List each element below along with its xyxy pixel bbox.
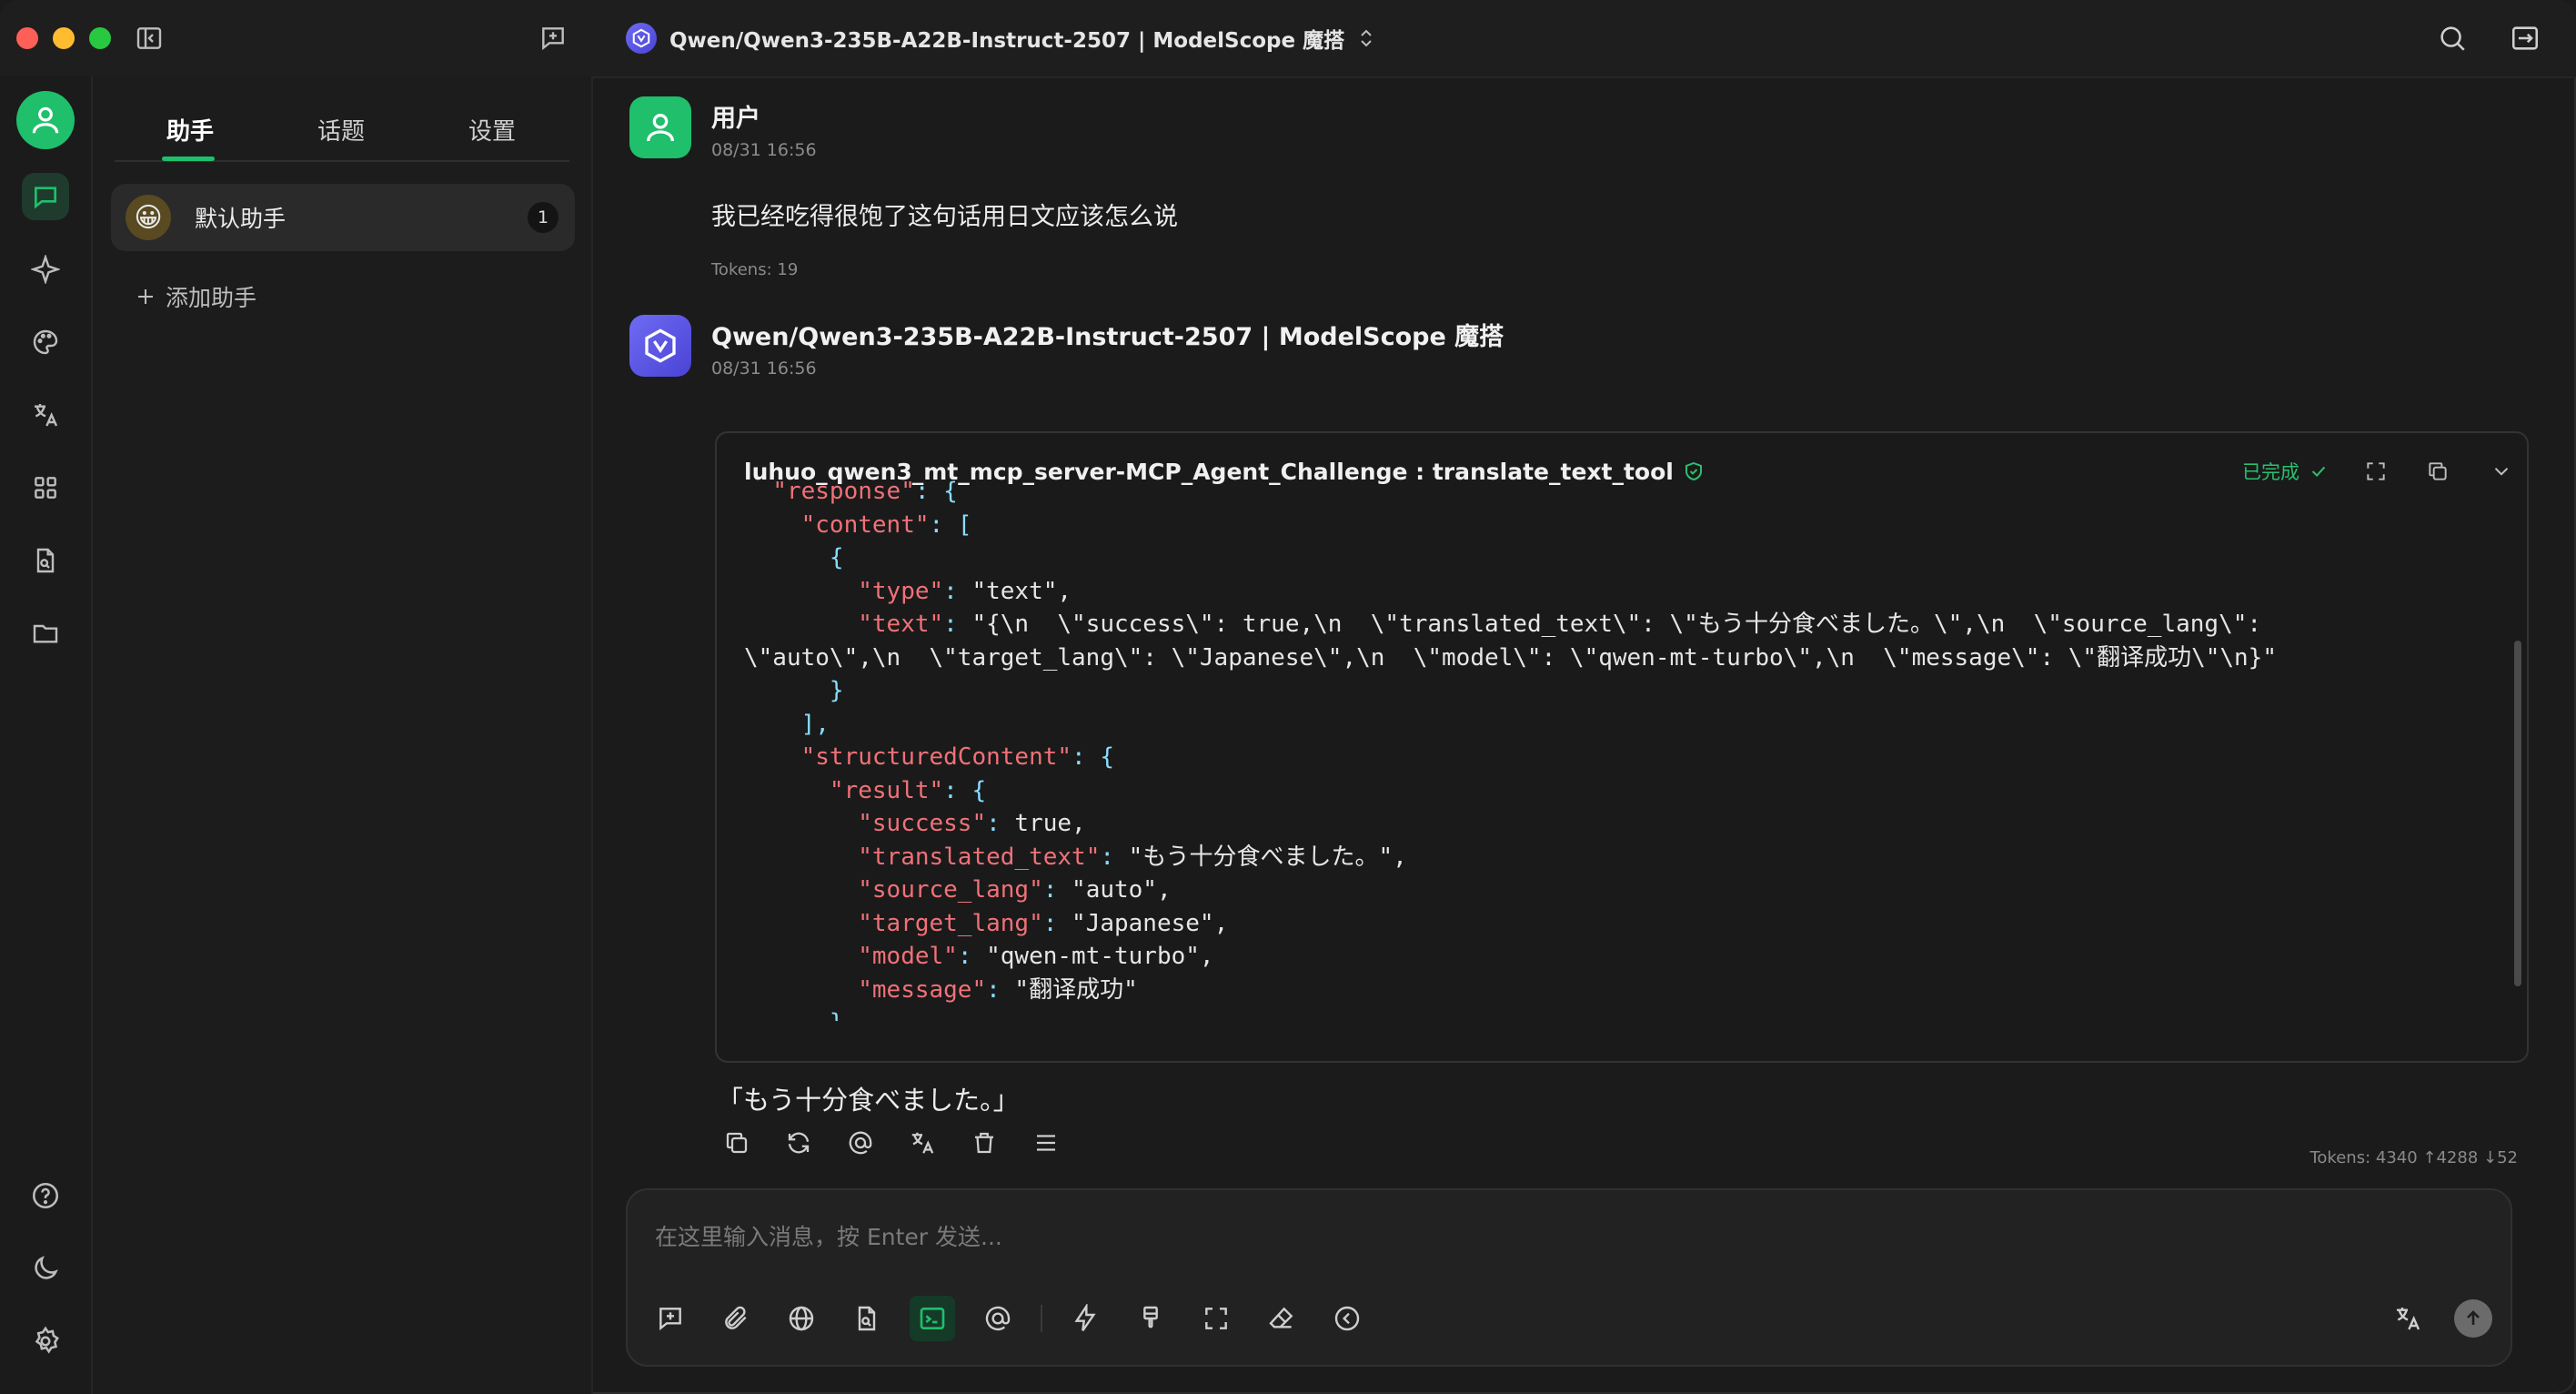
minimize-window-button[interactable] (53, 27, 75, 49)
code-line: "structuredContent": { (800, 743, 1115, 771)
send-button[interactable] (2454, 1299, 2492, 1338)
user-message-text: 我已经吃得很饱了这句话用日文应该怎么说 (711, 203, 1178, 231)
assistant-message-time: 08/31 16:56 (711, 359, 817, 379)
app-window: Qwen/Qwen3-235B-A22B-Instruct-2507 | Mod… (0, 0, 2576, 1394)
collapse-circle-icon[interactable] (1324, 1296, 1370, 1341)
assistant-message-avatar (629, 315, 691, 377)
chevron-up-down-icon (1357, 27, 1375, 49)
assistant-emoji-avatar: 😀 (126, 195, 171, 240)
copy-message-icon[interactable] (717, 1123, 757, 1163)
plus-icon (135, 286, 156, 308)
tool-response-code: "response": { "content": [ { "type": "te… (744, 475, 2472, 1021)
message-actions (717, 1123, 1066, 1163)
translate-icon[interactable] (22, 391, 69, 439)
tool-call-card: luhuo_qwen3_mt_mcp_server-MCP_Agent_Chal… (715, 431, 2529, 1063)
add-assistant-button[interactable]: 添加助手 (135, 278, 257, 315)
fullscreen-icon[interactable] (1193, 1296, 1239, 1341)
message-input[interactable]: 在这里输入消息，按 Enter 发送... (655, 1219, 1002, 1252)
web-search-globe-icon[interactable] (779, 1296, 824, 1341)
quick-phrase-lightning-icon[interactable] (1062, 1296, 1108, 1341)
settings-gear-icon[interactable] (22, 1318, 69, 1365)
tab-topics[interactable]: 话题 (266, 98, 417, 160)
assistant-item-default[interactable]: 😀 默认助手 1 (111, 184, 575, 251)
mention-model-icon[interactable] (975, 1296, 1021, 1341)
folder-icon[interactable] (22, 610, 69, 657)
input-toolbar (648, 1296, 1370, 1341)
user-message-name: 用户 (711, 105, 760, 133)
tab-settings[interactable]: 设置 (417, 98, 568, 160)
code-line: "success": true, (858, 810, 1086, 837)
message-input-box: 在这里输入消息，按 Enter 发送... (626, 1188, 2512, 1367)
zoom-window-button[interactable] (89, 27, 111, 49)
help-icon[interactable] (22, 1172, 69, 1219)
new-topic-icon[interactable] (533, 18, 573, 58)
regenerate-icon[interactable] (779, 1123, 819, 1163)
code-line: } (829, 677, 844, 704)
code-line: "message": "翻译成功" (858, 975, 1138, 1004)
dark-mode-icon[interactable] (22, 1245, 69, 1292)
code-line: \"auto\",\n \"target_lang\": \"Japanese\… (744, 643, 2277, 672)
assistant-message-name: Qwen/Qwen3-235B-A22B-Instruct-2507 | Mod… (711, 323, 1504, 351)
delete-icon[interactable] (964, 1123, 1004, 1163)
file-search-icon[interactable] (22, 537, 69, 584)
layout-toggle-icon[interactable] (2505, 18, 2545, 58)
code-scrollbar[interactable] (2514, 641, 2521, 986)
close-window-button[interactable] (16, 27, 38, 49)
active-tab-indicator (162, 157, 215, 161)
code-line: { (829, 544, 844, 571)
clear-context-brush-icon[interactable] (1128, 1296, 1173, 1341)
new-topic-input-icon[interactable] (648, 1296, 693, 1341)
attachment-icon[interactable] (713, 1296, 759, 1341)
mention-icon[interactable] (840, 1123, 880, 1163)
mcp-terminal-icon[interactable] (910, 1296, 955, 1341)
model-selector[interactable]: Qwen/Qwen3-235B-A22B-Instruct-2507 | Mod… (626, 18, 1375, 58)
palette-icon[interactable] (22, 318, 69, 366)
translate-input-icon[interactable] (2387, 1298, 2429, 1339)
code-line: "target_lang": "Japanese", (858, 909, 1229, 937)
knowledge-base-icon[interactable] (844, 1296, 890, 1341)
chat-icon[interactable] (22, 173, 69, 220)
sidebar-tabs: 助手 话题 设置 (115, 98, 569, 162)
code-line: "source_lang": "auto", (858, 876, 1172, 904)
navigation-rail (0, 76, 93, 1394)
assistant-answer-text: 「もう十分食べました。」 (717, 1085, 1020, 1116)
code-line: "text": "{\n \"success\": true,\n \"tran… (858, 611, 2262, 638)
arrow-up-icon (2467, 1310, 2480, 1325)
qwen-logo-icon (626, 23, 657, 54)
search-icon[interactable] (2432, 18, 2472, 58)
eraser-icon[interactable] (1259, 1296, 1304, 1341)
code-line: "response": { (772, 478, 958, 505)
code-line: "content": [ (800, 510, 972, 539)
code-line: "translated_text": "もう十分食べました。", (858, 843, 1407, 871)
toolbar-divider (1041, 1305, 1042, 1332)
topic-count-badge: 1 (528, 202, 558, 233)
title-bar: Qwen/Qwen3-235B-A22B-Instruct-2507 | Mod… (0, 0, 2576, 78)
user-message-tokens: Tokens: 19 (711, 260, 799, 279)
code-line: "type": "text", (858, 577, 1072, 605)
apps-grid-icon[interactable] (22, 464, 69, 511)
code-line: } (744, 1006, 2472, 1021)
code-line: "model": "qwen-mt-turbo", (858, 943, 1214, 970)
assistant-name: 默认助手 (195, 206, 287, 232)
more-menu-icon[interactable] (1026, 1123, 1066, 1163)
code-line: ], (800, 710, 830, 738)
sparkle-icon[interactable] (22, 246, 69, 293)
assistant-sidebar: 助手 话题 设置 😀 默认助手 1 添加助手 (93, 76, 593, 1394)
toggle-sidebar-icon[interactable] (129, 18, 169, 58)
user-avatar[interactable] (16, 91, 75, 149)
model-title-text: Qwen/Qwen3-235B-A22B-Instruct-2507 | Mod… (669, 29, 1345, 53)
translate-message-icon[interactable] (902, 1123, 942, 1163)
user-message-avatar (629, 96, 691, 158)
chat-area: 用户 08/31 16:56 我已经吃得很饱了这句话用日文应该怎么说 Token… (593, 76, 2576, 1394)
user-message-time: 08/31 16:56 (711, 140, 817, 160)
code-line: "result": { (829, 776, 987, 804)
add-assistant-label: 添加助手 (166, 285, 257, 311)
assistant-message-tokens: Tokens: 4340 ↑4288 ↓52 (2309, 1148, 2518, 1167)
chevron-down-icon[interactable] (2481, 451, 2521, 491)
tab-assistants[interactable]: 助手 (115, 98, 266, 160)
